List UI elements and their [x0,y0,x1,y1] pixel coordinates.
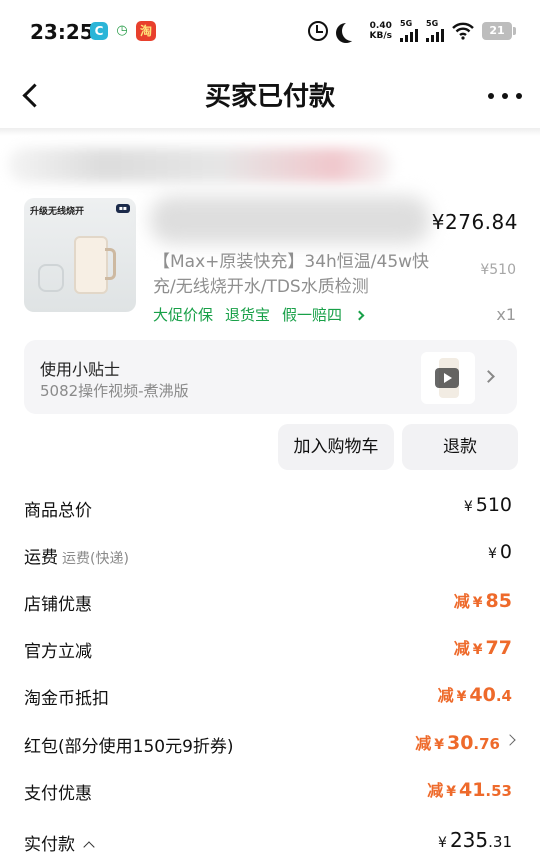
chevron-right-icon [482,370,495,383]
row-value: ¥235.31 [438,828,512,852]
service-tag: 大促价保 [153,306,214,324]
shop-name-blurred[interactable] [8,148,393,182]
row-label: 淘金币抵扣 [24,689,109,709]
network-speed-unit: KB/s [369,31,392,41]
service-tag: 退货宝 [225,306,271,324]
payment-discount-row: 支付优惠 减 ¥41.53 [0,779,540,809]
tips-title: 使用小贴士 [40,360,121,379]
product-title-blurred [150,196,430,244]
signal-1-icon: 5G [400,20,418,42]
shipping-method: 运费(快递) [62,551,129,567]
row-value: 减 ¥40.4 [437,684,512,706]
nav-divider [0,128,540,136]
product-image-label: 升级无线烧开 [30,207,85,217]
signal-2-icon: 5G [426,20,444,42]
row-label: 官方立减 [24,642,92,662]
network-speed: 0.40 KB/s [370,21,392,41]
chevron-up-icon [83,841,95,853]
product-price: ¥276.84 [431,210,518,234]
red-packet-row[interactable]: 红包(部分使用150元9折券) 减 ¥30.76 [0,732,540,762]
status-bar: 23:25 C ◷ 淘 0.40 KB/s 5G 5G 21 [0,0,540,62]
row-value: ¥0 [487,541,512,563]
row-label: 支付优惠 [24,784,92,804]
clock-app-icon: ◷ [116,23,128,38]
alarm-icon [307,21,328,41]
row-value: 减 ¥85 [453,590,512,612]
add-to-cart-button[interactable]: 加入购物车 [278,424,394,470]
product-quantity: x1 [496,305,516,324]
status-time: 23:25 [30,20,94,44]
coin-deduct-row: 淘金币抵扣 减 ¥40.4 [0,684,540,714]
page-title: 买家已付款 [204,82,335,112]
video-thumbnail[interactable] [421,352,475,404]
more-icon[interactable] [488,84,522,108]
tips-subtitle: 5082操作视频-煮沸版 [40,382,189,400]
refund-button[interactable]: 退款 [402,424,518,470]
product-original-price: ¥510 [480,262,516,278]
row-value: ¥510 [463,494,512,516]
official-discount-row: 官方立减 减 ¥77 [0,637,540,667]
row-label: 商品总价 [24,501,92,521]
usage-tips-card[interactable]: 使用小贴士 5082操作视频-煮沸版 [24,340,517,414]
status-indicators: 0.40 KB/s 5G 5G 21 [307,18,516,44]
goods-total-row: 商品总价 ¥510 [0,494,540,526]
kettle-icon [74,236,116,294]
signal-1-label: 5G [400,19,413,28]
service-tag: 假一赔四 [282,306,343,324]
wifi-icon [452,22,474,40]
chevron-right-icon [504,734,516,746]
row-label: 红包(部分使用150元9折券) [24,737,234,757]
product-title[interactable]: 【Max+原装快充】34h恒温/45w快充/无线烧开水/TDS水质检测 [153,250,443,300]
row-label: 运费 运费(快递) [24,548,129,568]
product-image-badge: ▪▪ [115,204,130,213]
actual-paid-row[interactable]: 实付款 ¥235.31 [0,828,540,860]
nav-bar: 买家已付款 [0,62,540,130]
chevron-right-icon [354,310,365,320]
c-app-icon: C [90,22,108,40]
product-image[interactable]: 升级无线烧开 ▪▪ [24,198,136,312]
shop-discount-row: 店铺优惠 减 ¥85 [0,590,540,620]
row-value: 减 ¥30.76 [415,732,500,754]
signal-2-label: 5G [426,19,439,28]
network-speed-value: 0.40 [369,21,392,31]
battery-icon: 21 [482,22,516,40]
row-label: 实付款 [24,830,95,855]
row-value: 减 ¥41.53 [427,779,512,801]
play-icon [435,368,459,388]
do-not-disturb-icon [342,21,362,41]
taobao-app-icon: 淘 [136,21,156,41]
shipping-row: 运费 运费(快递) ¥0 [0,541,540,573]
product-service-tags[interactable]: 大促价保 退货宝 假一赔四 [153,304,365,325]
row-label: 店铺优惠 [24,595,92,615]
row-value: 减 ¥77 [453,637,512,659]
